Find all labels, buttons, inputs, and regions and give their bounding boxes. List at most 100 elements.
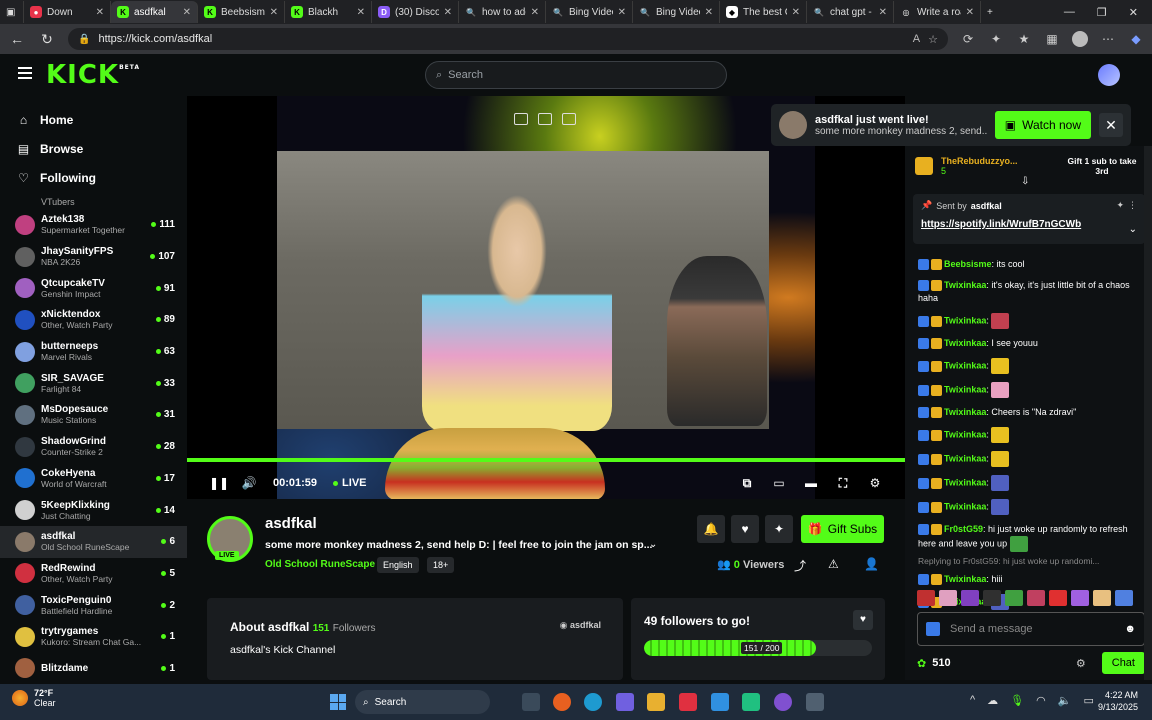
sidebar-channel[interactable]: RedRewind Other, Watch Party 5 [0, 558, 187, 590]
quick-emote-icon[interactable] [917, 590, 935, 606]
snipping-tool-icon[interactable] [679, 693, 697, 711]
goal-heart-icon[interactable]: ♥ [853, 610, 873, 630]
browser-tab[interactable]: ◆ The best C ✕ [720, 1, 807, 23]
sidebar-channel[interactable]: trytrygames Kukoro: Stream Chat Ga... 1 [0, 621, 187, 653]
browser-tab[interactable]: ● Down ✕ [24, 1, 111, 23]
quick-emote-icon[interactable] [1115, 590, 1133, 606]
browser-tab[interactable]: 🔍 Bing Video ✕ [633, 1, 720, 23]
channel-points[interactable]: 510 [932, 657, 950, 669]
gift-subs-button[interactable]: 🎁 Gift Subs [801, 515, 884, 543]
close-window-icon[interactable]: ✕ [1129, 6, 1138, 19]
chat-scrollbar[interactable] [1144, 146, 1152, 680]
sidebar-channel[interactable]: ShadowGrind Counter-Strike 2 28 [0, 431, 187, 463]
chat-username[interactable]: Twixinkaa [944, 574, 986, 584]
url-field[interactable]: 🔒 https://kick.com/asdfkal A ☆ [68, 28, 948, 50]
tab-close-icon[interactable]: ✕ [879, 7, 887, 18]
reload-icon[interactable]: ↻ [38, 31, 56, 48]
chat-username[interactable]: Twixinkaa [944, 280, 986, 290]
favorite-star-icon[interactable]: ☆ [928, 33, 938, 46]
pause-icon[interactable]: ❚❚ [209, 476, 229, 490]
progress-bar[interactable] [187, 458, 905, 462]
settings-gear-icon[interactable]: ⚙ [867, 476, 883, 491]
taskbar-search[interactable]: ⌕ Search [355, 690, 490, 714]
sidebar-channel[interactable]: asdfkal Old School RuneScape 6 [0, 525, 187, 558]
report-icon[interactable]: ⚠ [828, 557, 839, 571]
quick-emote-icon[interactable] [1071, 590, 1089, 606]
boost-icon[interactable]: ✦ [765, 515, 793, 543]
quick-emote-icon[interactable] [939, 590, 957, 606]
tag-mature[interactable]: 18+ [427, 557, 455, 573]
watch-now-button[interactable]: ▣ Watch now [994, 111, 1091, 139]
sidebar-channel[interactable]: Blitzdame 1 [0, 653, 187, 680]
wifi-icon[interactable]: ◠ [1036, 694, 1046, 707]
sidebar-channel[interactable]: JhaySanityFPS NBA 2K26 107 [0, 241, 187, 273]
search-input[interactable]: ⌕ Search [425, 61, 727, 89]
more-user-icon[interactable]: 👤 [864, 557, 879, 571]
overlay-translate-icon[interactable] [562, 113, 576, 125]
fullscreen-icon[interactable]: ⛶ [835, 476, 851, 491]
cloud-icon[interactable]: ☁ [987, 694, 998, 707]
gift-sub-cta[interactable]: Gift 1 sub to take 3rd [1062, 156, 1142, 176]
overlay-screen-icon[interactable] [538, 113, 552, 125]
sidebar-channel[interactable]: SIR_SAVAGE Farlight 84 33 [0, 367, 187, 399]
sidebar-channel[interactable]: Aztek138 Supermarket Together 111 [0, 209, 187, 241]
unpin-icon[interactable]: ✦ [1116, 200, 1124, 211]
chat-username[interactable]: Twixinkaa [944, 384, 986, 394]
sidebar-channel[interactable]: QtcupcakeTV Genshin Impact 91 [0, 272, 187, 304]
favorites-icon[interactable]: ★ [1016, 32, 1032, 46]
photos-icon[interactable] [711, 693, 729, 711]
speaker-icon[interactable]: 🔈 [1058, 694, 1072, 707]
chat-username[interactable]: Twixinkaa [944, 360, 986, 370]
browser-tab[interactable]: Kasdfkal ✕ [111, 1, 198, 23]
quick-emote-icon[interactable] [1027, 590, 1045, 606]
tab-close-icon[interactable]: ✕ [96, 7, 104, 18]
video-player[interactable]: ❚❚ 🔊 00:01:59 LIVE ⧉ ▭ ▬ ⛶ ⚙ [187, 96, 905, 499]
volume-icon[interactable]: 🔊 [241, 476, 257, 490]
user-avatar[interactable] [1098, 64, 1120, 86]
chevron-down-icon[interactable]: ⌄ [649, 539, 657, 550]
clip-icon[interactable]: ⧉ [739, 476, 755, 491]
share-icon[interactable]: ⤴ [794, 557, 806, 574]
bell-icon[interactable]: 🔔 [697, 515, 725, 543]
maximize-icon[interactable]: ❐ [1097, 6, 1107, 19]
tray-chevron-icon[interactable]: ^ [970, 694, 975, 707]
sidebar-channel[interactable]: 5KeepKlixking Just Chatting 14 [0, 494, 187, 526]
tab-close-icon[interactable]: ✕ [705, 7, 713, 18]
quick-emote-icon[interactable] [1005, 590, 1023, 606]
chat-username[interactable]: Twixinkaa [944, 501, 986, 511]
browser-tab[interactable]: 🔍 chat gpt - ✕ [807, 1, 894, 23]
chat-username[interactable]: Twixinkaa [944, 477, 986, 487]
tab-close-icon[interactable]: ✕ [444, 7, 452, 18]
pip-icon[interactable]: ▭ [771, 476, 787, 491]
sidebar-channel[interactable]: MsDopesauce Music Stations 31 [0, 399, 187, 431]
streamer-name[interactable]: asdfkal [265, 515, 317, 532]
tab-close-icon[interactable]: ✕ [966, 7, 974, 18]
chat-username[interactable]: Twixinkaa [944, 407, 986, 417]
browser-tab[interactable]: 🔍 how to add ✕ [459, 1, 546, 23]
terminal-app-icon[interactable] [742, 693, 760, 711]
read-aloud-icon[interactable]: A [913, 33, 920, 45]
expand-arrow-icon[interactable]: ⇩ [1021, 176, 1029, 187]
tab-close-icon[interactable]: ✕ [618, 7, 626, 18]
tab-close-icon[interactable]: ✕ [357, 7, 365, 18]
chat-send-button[interactable]: Chat [1101, 652, 1145, 674]
discord-link[interactable]: ◉ asdfkal [560, 620, 601, 631]
chat-username[interactable]: Fr0stG59 [944, 524, 983, 534]
quick-emote-icon[interactable] [1049, 590, 1067, 606]
taskbar-clock[interactable]: 4:22 AM 9/13/2025 [1092, 689, 1138, 713]
browser-tab[interactable]: K Beebsisme ✕ [198, 1, 285, 23]
chat-username[interactable]: Twixinkaa [944, 453, 986, 463]
tools-app-icon[interactable] [806, 693, 824, 711]
quick-emote-icon[interactable] [1093, 590, 1111, 606]
chevron-down-icon[interactable]: ⌄ [1129, 224, 1137, 235]
chat-username[interactable]: Twixinkaa [944, 315, 986, 325]
emote-picker-icon[interactable]: ☻ [1124, 623, 1136, 635]
overlay-pip-icon[interactable] [514, 113, 528, 125]
browser-tab[interactable]: ◎ Write a roa ✕ [894, 1, 981, 23]
edge-icon[interactable] [584, 693, 602, 711]
close-icon[interactable]: ✕ [1099, 113, 1123, 137]
quick-emote-icon[interactable] [983, 590, 1001, 606]
task-view-icon[interactable] [522, 693, 540, 711]
discord-app-icon[interactable] [774, 693, 792, 711]
copilot-app-icon[interactable] [616, 693, 634, 711]
